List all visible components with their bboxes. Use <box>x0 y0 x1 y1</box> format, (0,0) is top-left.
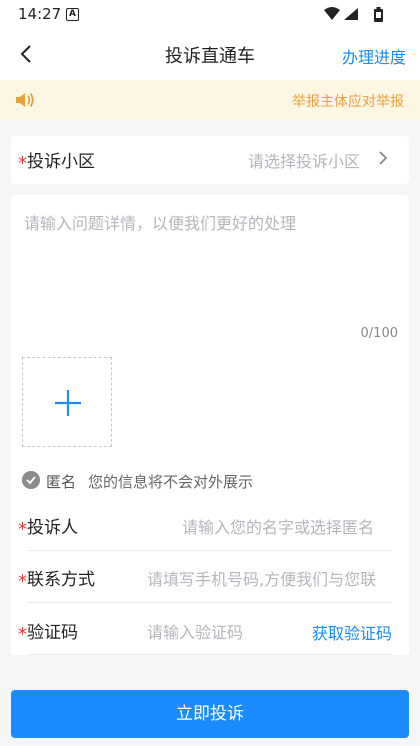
speaker-icon <box>16 92 34 108</box>
complainant-label: *投诉人 <box>18 518 78 540</box>
anonymous-label: 匿名 <box>46 473 77 491</box>
plus-icon <box>55 390 81 416</box>
contact-input[interactable]: 请填写手机号码,方便我们与您联 <box>147 566 394 590</box>
required-mark: * <box>18 153 27 174</box>
community-label: *投诉小区 <box>18 152 95 174</box>
divider <box>28 602 392 603</box>
char-counter: 0/100 <box>360 326 398 341</box>
code-input[interactable]: 请输入验证码 <box>147 619 297 643</box>
submit-button[interactable]: 立即投诉 <box>11 690 409 738</box>
check-circle-icon[interactable] <box>22 471 40 489</box>
details-textarea[interactable]: 请输入问题详情，以便我们更好的处理 <box>24 210 394 320</box>
status-bar: 14:27 A <box>0 0 420 28</box>
status-time: 14:27 <box>18 5 62 23</box>
notice-bar: 举报主体应对举报 <box>0 80 420 120</box>
get-code-button[interactable]: 获取验证码 <box>312 620 392 644</box>
progress-link[interactable]: 办理进度 <box>342 44 406 68</box>
contact-label: *联系方式 <box>18 570 95 592</box>
required-mark: * <box>18 519 27 540</box>
notice-text: 举报主体应对举报 <box>292 94 404 110</box>
divider <box>28 550 392 551</box>
anonymous-hint: 您的信息将不会对外展示 <box>88 473 254 491</box>
signal-icon <box>344 8 358 20</box>
battery-icon <box>374 7 383 22</box>
chevron-right-icon <box>379 151 388 165</box>
required-mark: * <box>18 571 27 592</box>
anonymous-checkbox[interactable]: 匿名 您的信息将不会对外展示 <box>22 470 282 492</box>
complainant-input[interactable]: 请输入您的名字或选择匿名 <box>182 514 394 538</box>
code-label: *验证码 <box>18 623 78 645</box>
divider <box>28 654 392 655</box>
status-icons <box>324 7 383 22</box>
required-mark: * <box>18 624 27 645</box>
header: 投诉直通车 办理进度 <box>0 28 420 80</box>
wifi-icon <box>324 7 340 20</box>
upload-image-button[interactable] <box>22 357 112 447</box>
notification-icon: A <box>66 8 79 21</box>
community-placeholder: 请选择投诉小区 <box>248 152 361 171</box>
